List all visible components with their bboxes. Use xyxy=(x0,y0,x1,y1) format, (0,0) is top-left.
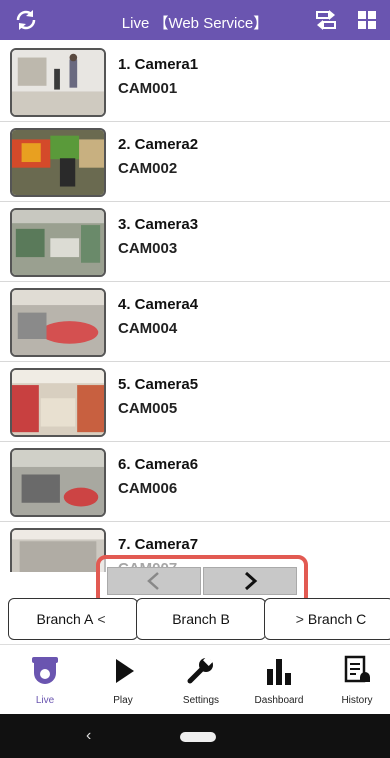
bottom-nav: Live Play Settings Dashboard History xyxy=(0,644,390,714)
back-icon[interactable]: ‹ xyxy=(86,727,91,745)
nav-dashboard-label: Dashboard xyxy=(254,695,304,706)
nav-history[interactable]: History xyxy=(318,645,390,715)
grid-icon[interactable] xyxy=(357,10,377,30)
camera-row[interactable]: 2. Camera2 CAM002 xyxy=(0,122,390,202)
camera-row[interactable]: 6. Camera6 CAM006 xyxy=(0,442,390,522)
chevron-left-icon: < xyxy=(97,611,106,627)
branch-b-label: Branch B xyxy=(172,611,230,627)
nav-dashboard[interactable]: Dashboard xyxy=(240,645,318,715)
camera-row[interactable]: 4. Camera4 CAM004 xyxy=(0,282,390,362)
home-pill[interactable] xyxy=(180,732,216,742)
camera-id: CAM004 xyxy=(118,320,178,337)
camera-thumbnail xyxy=(10,368,106,437)
switch-icon[interactable] xyxy=(315,9,337,31)
camera-name: 5. Camera5 xyxy=(118,376,199,393)
branch-a-tab[interactable]: Branch A < xyxy=(8,598,138,640)
nav-play[interactable]: Play xyxy=(84,645,162,715)
camera-row[interactable]: 3. Camera3 CAM003 xyxy=(0,202,390,282)
branch-tabs: Branch A < Branch B > Branch C xyxy=(0,598,390,642)
nav-play-label: Play xyxy=(113,695,133,706)
camera-thumbnail xyxy=(10,208,106,277)
branch-b-tab[interactable]: Branch B xyxy=(136,598,266,640)
branch-a-label: Branch A xyxy=(36,611,94,627)
nav-history-label: History xyxy=(341,695,373,706)
app-header: Live 【Web Service】 xyxy=(0,0,390,40)
camera-row[interactable]: 5. Camera5 CAM005 xyxy=(0,362,390,442)
bar-chart-icon xyxy=(267,659,291,685)
camera-row[interactable]: 1. Camera1 CAM001 xyxy=(0,42,390,122)
branch-c-label: Branch C xyxy=(307,611,367,627)
camera-dome-icon xyxy=(32,657,58,684)
camera-thumbnail xyxy=(10,288,106,357)
nav-live[interactable]: Live xyxy=(6,645,84,715)
camera-name: 7. Camera7 xyxy=(118,536,199,553)
history-document-icon xyxy=(344,655,370,683)
system-nav-bar: ‹ xyxy=(0,714,390,758)
play-icon xyxy=(116,659,134,683)
camera-name: 4. Camera4 xyxy=(118,296,199,313)
camera-name: 6. Camera6 xyxy=(118,456,199,473)
camera-thumbnail xyxy=(10,48,106,117)
chevron-right-icon: > xyxy=(295,611,304,627)
next-page-button[interactable] xyxy=(203,567,297,595)
nav-live-label: Live xyxy=(35,695,55,706)
camera-name: 1. Camera1 xyxy=(118,56,199,73)
wrench-icon xyxy=(187,656,213,684)
camera-name: 3. Camera3 xyxy=(118,216,199,233)
chevron-right-icon xyxy=(245,571,258,591)
camera-id: CAM006 xyxy=(118,480,178,497)
nav-settings[interactable]: Settings xyxy=(162,645,240,715)
branch-c-tab[interactable]: > Branch C xyxy=(264,598,390,640)
camera-list[interactable]: 1. Camera1 CAM001 2. Camera2 CAM002 3. C… xyxy=(0,42,390,572)
camera-thumbnail xyxy=(10,528,106,572)
camera-id: CAM002 xyxy=(118,160,178,177)
chevron-left-icon xyxy=(147,572,159,590)
camera-name: 2. Camera2 xyxy=(118,136,199,153)
prev-page-button[interactable] xyxy=(107,567,201,595)
camera-thumbnail xyxy=(10,448,106,517)
camera-id: CAM005 xyxy=(118,400,178,417)
camera-id: CAM001 xyxy=(118,80,178,97)
camera-id: CAM003 xyxy=(118,240,178,257)
camera-thumbnail xyxy=(10,128,106,197)
nav-settings-label: Settings xyxy=(182,695,220,706)
